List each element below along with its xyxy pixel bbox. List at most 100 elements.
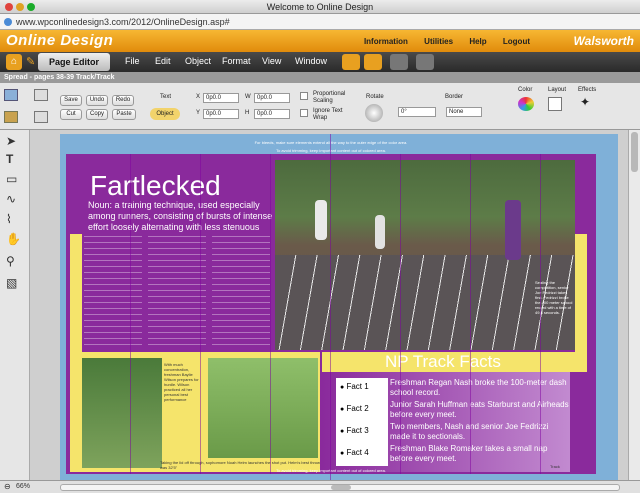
fact-4-text[interactable]: Freshman Blake Romaker takes a small nap… xyxy=(390,444,570,464)
ignore-wrap-checkbox[interactable] xyxy=(300,109,308,117)
stack-icon[interactable] xyxy=(34,111,48,123)
story-column-1[interactable] xyxy=(84,236,142,348)
layout-grid-icon[interactable] xyxy=(548,97,562,111)
h-label: H xyxy=(245,110,250,116)
runner-figure xyxy=(375,215,385,249)
cut-button[interactable]: Cut xyxy=(60,109,82,120)
logout-link[interactable]: Logout xyxy=(503,37,530,46)
help-link[interactable]: Help xyxy=(469,37,486,46)
rotate-label: Rotate xyxy=(366,94,384,100)
pages-icon[interactable] xyxy=(4,89,18,101)
minimize-window-button[interactable] xyxy=(16,3,24,11)
fact-3-text[interactable]: Two members, Nash and senior Joe Fedrizz… xyxy=(390,422,570,442)
runner-figure xyxy=(315,200,327,240)
fact-3-label: ● Fact 3 xyxy=(340,426,369,435)
y-field[interactable]: 0p0.0 xyxy=(203,109,239,119)
fact-3-label-text: Fact 3 xyxy=(346,426,369,435)
zoom-out-icon[interactable]: ⊖ xyxy=(4,481,11,493)
rotate-dial[interactable] xyxy=(365,104,383,122)
layout-label: Layout xyxy=(548,87,567,93)
ignore-wrap-label: Ignore Text Wrap xyxy=(313,108,343,121)
paste-button[interactable]: Paste xyxy=(112,109,136,120)
x-field[interactable]: 0p0.0 xyxy=(203,93,239,103)
color-palette-icon[interactable] xyxy=(518,97,534,111)
zoom-tool-icon[interactable]: ⚲ xyxy=(6,254,15,268)
format-menu[interactable]: Format xyxy=(222,56,251,66)
center-guide xyxy=(330,134,331,480)
header-links: Information Utilities Help Logout xyxy=(350,37,530,46)
border-label: Border xyxy=(445,94,464,100)
rotate-select[interactable]: 0° xyxy=(398,107,436,117)
utilities-link[interactable]: Utilities xyxy=(424,37,453,46)
column-guide xyxy=(200,154,201,474)
magic-wand-icon[interactable]: ✦ xyxy=(580,95,590,109)
zoom-level[interactable]: 66% xyxy=(16,481,30,493)
copy-button[interactable]: Copy xyxy=(86,109,108,120)
text-tool-icon[interactable]: T xyxy=(6,152,13,166)
scroll-thumb[interactable] xyxy=(631,132,638,172)
column-guide xyxy=(270,154,271,474)
border-select[interactable]: None xyxy=(446,107,482,117)
fact-2-label: ● Fact 2 xyxy=(340,404,369,413)
pointer-tool-icon[interactable]: ➤ xyxy=(6,134,16,148)
information-link[interactable]: Information xyxy=(364,37,408,46)
column-guide xyxy=(540,154,541,474)
window-menu[interactable]: Window xyxy=(295,56,327,66)
users-icon[interactable] xyxy=(416,54,434,70)
document-icon[interactable] xyxy=(34,89,48,101)
undo-button[interactable]: Undo xyxy=(86,95,108,106)
proportional-checkbox[interactable] xyxy=(300,92,308,100)
zoom-window-button[interactable] xyxy=(27,3,35,11)
height-field[interactable]: 0p0.0 xyxy=(254,109,290,119)
color-swatch-icon[interactable]: ▧ xyxy=(6,276,17,290)
properties-toolbar: Save Undo Redo Cut Copy Paste Text Objec… xyxy=(0,83,640,130)
hurdle-caption[interactable]: With much concentration, freshman Baylie… xyxy=(164,362,204,402)
fact-2-text[interactable]: Junior Sarah Huffman eats Starburst and … xyxy=(390,400,570,420)
vertical-scrollbar[interactable] xyxy=(628,130,640,480)
view-menu[interactable]: View xyxy=(262,56,281,66)
column-guide xyxy=(470,154,471,474)
curve-tool-icon[interactable]: ⌇ xyxy=(6,212,12,226)
spread-label: Spread - pages 38-39 Track/Track xyxy=(0,72,640,83)
status-bar: ⊖ 66% xyxy=(0,480,640,493)
track-photo-main[interactable] xyxy=(275,160,575,350)
url-text: www.wpconlinedesign3.com/2012/OnlineDesi… xyxy=(16,17,230,27)
width-field[interactable]: 0p0.0 xyxy=(254,93,290,103)
book-icon[interactable] xyxy=(364,54,382,70)
story-column-3[interactable] xyxy=(212,236,270,348)
window-title: Welcome to Online Design xyxy=(266,2,374,12)
facts-title[interactable]: NP Track Facts xyxy=(385,352,501,372)
fact-1-text[interactable]: Freshman Regan Nash broke the 100-meter … xyxy=(390,378,570,398)
color-label: Color xyxy=(518,87,533,93)
object-mode-button[interactable]: Object xyxy=(150,108,180,120)
rectangle-tool-icon[interactable]: ▭ xyxy=(6,172,17,186)
page-editor-tab[interactable]: Page Editor xyxy=(38,53,110,71)
fact-4-label: ● Fact 4 xyxy=(340,448,369,457)
folder-icon[interactable] xyxy=(4,111,18,123)
user-icon[interactable] xyxy=(390,54,408,70)
text-mode-label[interactable]: Text xyxy=(160,94,171,100)
runner-figure xyxy=(505,200,521,260)
hurdle-photo[interactable] xyxy=(82,358,162,468)
photo-caption-right[interactable]: Sealing the competition, senior Joe Fedr… xyxy=(535,280,575,315)
save-button[interactable]: Save xyxy=(60,95,82,106)
story-column-2[interactable] xyxy=(148,236,206,348)
window-titlebar: Welcome to Online Design xyxy=(0,0,640,14)
page-canvas[interactable]: For bleeds, make sure elements extend al… xyxy=(30,130,628,480)
pen-tool-icon[interactable]: ∿ xyxy=(6,192,16,206)
close-window-button[interactable] xyxy=(5,3,13,11)
horizontal-scrollbar[interactable] xyxy=(60,484,620,491)
column-guide xyxy=(130,154,131,474)
scroll-thumb[interactable] xyxy=(331,485,351,490)
file-menu[interactable]: File xyxy=(125,56,140,66)
home-icon[interactable]: ⌂ xyxy=(6,54,22,70)
object-menu[interactable]: Object xyxy=(185,56,211,66)
address-bar[interactable]: www.wpconlinedesign3.com/2012/OnlineDesi… xyxy=(0,14,640,30)
shotput-photo[interactable] xyxy=(208,358,318,458)
redo-button[interactable]: Redo xyxy=(112,95,134,106)
hand-tool-icon[interactable]: ✋ xyxy=(6,232,21,246)
ladder-icon[interactable] xyxy=(342,54,360,70)
headline[interactable]: Fartlecked xyxy=(90,170,221,202)
edit-menu[interactable]: Edit xyxy=(155,56,171,66)
w-label: W xyxy=(245,94,251,100)
